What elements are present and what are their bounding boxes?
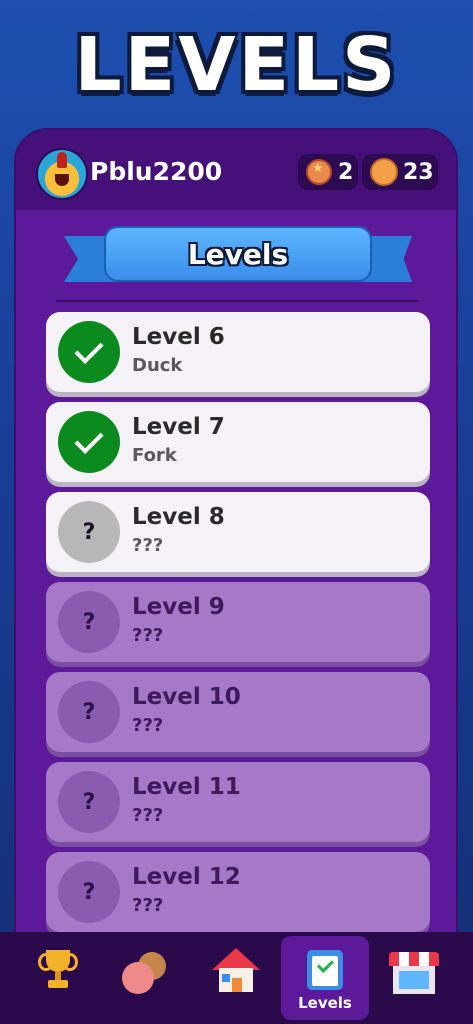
friends-icon (120, 950, 168, 994)
level-status-circle (58, 411, 120, 473)
level-row-7[interactable]: Level 7 Fork (46, 402, 430, 482)
level-row-10[interactable]: ? Level 10 ??? (46, 672, 430, 752)
avatar-mouth (55, 174, 69, 186)
nav-home[interactable] (192, 932, 280, 1024)
nav-friends[interactable] (100, 932, 188, 1024)
banner-label: Levels (187, 237, 289, 271)
level-row-11[interactable]: ? Level 11 ??? (46, 762, 430, 842)
level-status-circle (58, 321, 120, 383)
level-word: ??? (132, 625, 164, 646)
divider (56, 300, 418, 302)
level-row-8[interactable]: ? Level 8 ??? (46, 492, 430, 572)
question-mark-icon: ? (82, 609, 96, 635)
medal-count: 2 (338, 159, 354, 185)
level-title: Level 7 (132, 414, 225, 440)
medal-icon (306, 159, 332, 185)
level-status-circle: ? (58, 591, 120, 653)
home-icon (212, 948, 260, 994)
level-word: ??? (132, 805, 164, 826)
checkmark-icon (74, 334, 104, 364)
level-word: Fork (132, 445, 177, 466)
levels-panel: Pblu2200 2 23 Levels Level 6 Duck Level … (14, 128, 458, 1024)
clipboard-check-icon (305, 946, 345, 990)
level-word: Duck (132, 355, 183, 376)
levels-banner: Levels (64, 226, 412, 286)
shop-icon (389, 952, 439, 994)
nav-leaderboard[interactable] (14, 932, 102, 1024)
level-title: Level 12 (132, 864, 241, 890)
question-mark-icon: ? (82, 699, 96, 725)
question-mark-icon: ? (82, 519, 96, 545)
level-row-6[interactable]: Level 6 Duck (46, 312, 430, 392)
level-status-circle: ? (58, 861, 120, 923)
level-row-9[interactable]: ? Level 9 ??? (46, 582, 430, 662)
level-list: Level 6 Duck Level 7 Fork ? Level 8 ??? … (46, 312, 430, 942)
avatar[interactable] (36, 148, 88, 200)
level-status-circle: ? (58, 681, 120, 743)
username: Pblu2200 (90, 157, 223, 186)
level-word: ??? (132, 895, 164, 916)
question-mark-icon: ? (82, 879, 96, 905)
checkmark-icon (74, 424, 104, 454)
level-title: Level 11 (132, 774, 241, 800)
profile-bar: Pblu2200 2 23 (16, 130, 456, 210)
level-title: Level 10 (132, 684, 241, 710)
avatar-hair (57, 152, 67, 168)
banner-body: Levels (104, 226, 372, 282)
level-title: Level 6 (132, 324, 225, 350)
nav-shop[interactable] (370, 932, 458, 1024)
page-title: LEVELS (74, 22, 399, 108)
level-word: ??? (132, 535, 164, 556)
nav-levels[interactable]: Levels (281, 936, 369, 1020)
level-status-circle: ? (58, 501, 120, 563)
coin-icon (370, 158, 398, 186)
level-status-circle: ? (58, 771, 120, 833)
level-title: Level 9 (132, 594, 225, 620)
level-title: Level 8 (132, 504, 225, 530)
level-word: ??? (132, 715, 164, 736)
coin-count: 23 (403, 159, 434, 185)
nav-levels-label: Levels (298, 994, 352, 1012)
level-row-12[interactable]: ? Level 12 ??? (46, 852, 430, 932)
question-mark-icon: ? (82, 789, 96, 815)
trophy-icon (38, 950, 78, 990)
coin-counter: 23 (362, 154, 438, 190)
medal-counter: 2 (298, 154, 358, 190)
bottom-nav: Levels (0, 932, 473, 1024)
